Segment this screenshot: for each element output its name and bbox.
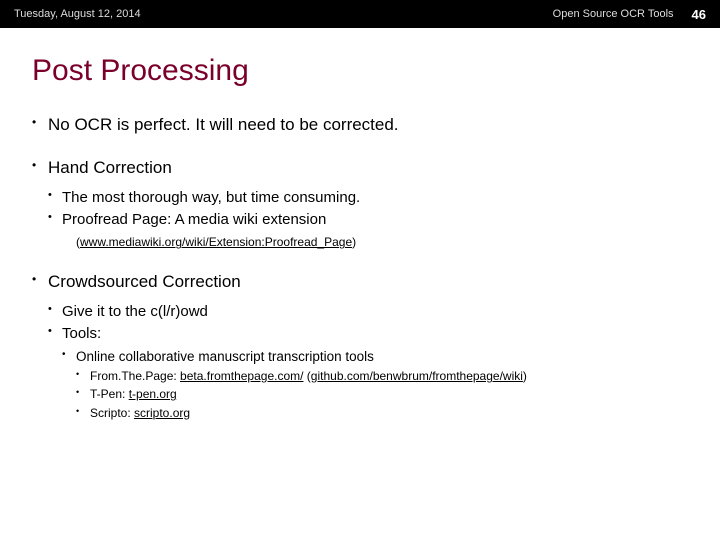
bullet-text: The most thorough way, but time consumin… [62, 189, 360, 206]
bullet-text: Tools: [62, 325, 101, 342]
subbullet-crowd: Give it to the c(l/r)owd [48, 302, 688, 322]
slide-body: Post Processing No OCR is perfect. It wi… [0, 28, 720, 421]
subbullet-thorough: The most thorough way, but time consumin… [48, 188, 688, 208]
bullet-no-ocr-perfect: No OCR is perfect. It will need to be co… [32, 114, 688, 137]
bullet-text: Hand Correction [48, 158, 172, 177]
tool-label: From.The.Page: [90, 369, 180, 383]
header-topic: Open Source OCR Tools [553, 8, 674, 20]
slide-header: Tuesday, August 12, 2014 Open Source OCR… [0, 0, 720, 28]
slide-title: Post Processing [32, 54, 688, 88]
bullet-text: Give it to the c(l/r)owd [62, 303, 208, 320]
paren-close: ) [352, 235, 356, 249]
bullet-text: No OCR is perfect. It will need to be co… [48, 115, 399, 134]
tool-fromthepage: From.The.Page: beta.fromthepage.com/ (gi… [76, 368, 688, 384]
tool-label: Scripto: [90, 406, 134, 420]
fromthepage-github-link[interactable]: github.com/benwbrum/fromthepage/wiki [311, 369, 523, 383]
bullet-hand-correction: Hand Correction The most thorough way, b… [32, 157, 688, 251]
subsubsub-list: From.The.Page: beta.fromthepage.com/ (gi… [76, 368, 688, 421]
tool-label: T-Pen: [90, 387, 129, 401]
tool-scripto: Scripto: scripto.org [76, 405, 688, 421]
paren-open: ( [303, 369, 310, 383]
bullet-text: Crowdsourced Correction [48, 272, 241, 291]
subsub-list: Online collaborative manuscript transcri… [62, 348, 688, 421]
sub-list: The most thorough way, but time consumin… [48, 188, 688, 251]
tpen-link[interactable]: t-pen.org [129, 387, 177, 401]
fromthepage-link[interactable]: beta.fromthepage.com/ [180, 369, 303, 383]
tool-tpen: T-Pen: t-pen.org [76, 386, 688, 402]
scripto-link[interactable]: scripto.org [134, 406, 190, 420]
proofread-page-link[interactable]: www.mediawiki.org/wiki/Extension:Proofre… [80, 235, 352, 249]
bullet-crowdsourced: Crowdsourced Correction Give it to the c… [32, 271, 688, 421]
proofread-link-note: (www.mediawiki.org/wiki/Extension:Proofr… [76, 234, 688, 250]
header-page-number: 46 [692, 7, 706, 22]
bullet-list: No OCR is perfect. It will need to be co… [32, 114, 688, 421]
subbullet-tools: Tools: Online collaborative manuscript t… [48, 324, 688, 421]
subbullet-proofread-page: Proofread Page: A media wiki extension (… [48, 210, 688, 250]
bullet-text: Online collaborative manuscript transcri… [76, 349, 374, 364]
bullet-text: Proofread Page: A media wiki extension [62, 211, 326, 228]
paren-close: ) [523, 369, 527, 383]
sub-list: Give it to the c(l/r)owd Tools: Online c… [48, 302, 688, 421]
subsubbullet-online-tools: Online collaborative manuscript transcri… [62, 348, 688, 421]
header-date: Tuesday, August 12, 2014 [14, 8, 553, 20]
